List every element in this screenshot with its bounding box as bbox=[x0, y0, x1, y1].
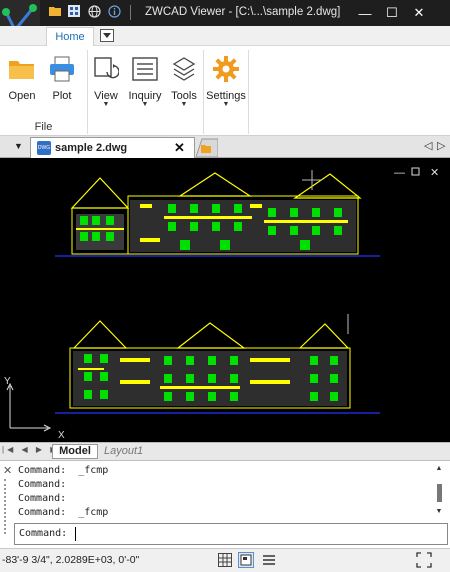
scroll-up-icon[interactable]: ▲ bbox=[433, 465, 445, 472]
layout-icon bbox=[240, 554, 252, 566]
grid-icon[interactable] bbox=[67, 4, 81, 18]
tab-home[interactable]: Home bbox=[46, 27, 94, 46]
plot-button[interactable]: Plot bbox=[47, 50, 77, 128]
text-cursor bbox=[75, 527, 76, 541]
layout-tab-bar: |◀ ◀ ▶ ▶| Model Layout1 bbox=[0, 442, 450, 460]
chevron-down-icon: ▼ bbox=[102, 101, 110, 108]
command-scrollbar[interactable]: ▲ ▼ bbox=[433, 465, 445, 521]
command-prompt: Command: bbox=[19, 528, 68, 539]
title-separator bbox=[130, 5, 131, 20]
folder-icon[interactable] bbox=[48, 4, 62, 18]
command-history-line: Command: bbox=[18, 479, 67, 490]
viewport-close-icon: ✕ bbox=[430, 167, 439, 179]
coordinate-readout: -83'-9 3/4", 2.0289E+03, 0'-0" bbox=[2, 554, 140, 566]
panel-grip[interactable] bbox=[4, 479, 12, 534]
lower-elevation bbox=[55, 314, 380, 414]
tab-list-dropdown[interactable]: ▼ bbox=[14, 141, 23, 151]
close-button[interactable]: ✕ bbox=[408, 3, 430, 23]
globe-icon[interactable] bbox=[87, 4, 101, 18]
view-icon bbox=[91, 54, 121, 84]
ribbon-separator bbox=[203, 50, 204, 134]
command-panel: ✕ Command: _fcmp Command: Command: Comma… bbox=[0, 460, 450, 548]
open-folder-icon bbox=[7, 54, 37, 84]
new-tab-button[interactable] bbox=[195, 138, 219, 158]
cad-drawing: — ✕ Y X bbox=[4, 167, 439, 441]
tab-layout1[interactable]: Layout1 bbox=[104, 445, 143, 457]
title-bar: ZWCAD Viewer - [C:\...\sample 2.dwg] — ☐… bbox=[0, 0, 450, 26]
status-bar: -83'-9 3/4", 2.0289E+03, 0'-0" bbox=[0, 548, 450, 572]
upper-elevation bbox=[55, 170, 380, 257]
drawing-viewport[interactable]: — ✕ Y X bbox=[0, 158, 450, 442]
viewport-minimize-icon: — bbox=[394, 167, 405, 179]
printer-icon bbox=[47, 54, 77, 84]
document-tab-label: sample 2.dwg bbox=[55, 142, 128, 154]
document-tab[interactable]: DWG sample 2.dwg ✕ bbox=[30, 137, 195, 158]
ribbon-separator bbox=[87, 50, 88, 134]
command-history-line: Command: _fcmp bbox=[18, 507, 109, 518]
gear-icon bbox=[211, 54, 241, 84]
viewport-restore-icon bbox=[411, 167, 420, 176]
inquiry-list-icon bbox=[130, 54, 160, 84]
open-label: Open bbox=[8, 90, 36, 102]
close-icon[interactable]: ✕ bbox=[3, 464, 12, 477]
axis-x-label: X bbox=[58, 430, 65, 441]
ribbon-options-button[interactable] bbox=[100, 29, 114, 42]
model-space-toggle[interactable] bbox=[238, 552, 254, 568]
tab-model[interactable]: Model bbox=[52, 444, 98, 459]
open-button[interactable]: Open bbox=[4, 50, 40, 128]
plot-label: Plot bbox=[52, 90, 72, 102]
chevron-down-icon: ▼ bbox=[141, 101, 149, 108]
command-input-box[interactable]: Command: bbox=[14, 523, 448, 545]
ribbon-group-file: File bbox=[34, 121, 53, 133]
command-history-line: Command: bbox=[18, 493, 67, 504]
inquiry-button[interactable]: Inquiry ▼ bbox=[127, 50, 163, 128]
dwg-file-icon: DWG bbox=[37, 141, 51, 155]
command-history-line: Command: _fcmp bbox=[18, 465, 109, 476]
tools-icon bbox=[169, 54, 199, 84]
chevron-down-icon bbox=[103, 33, 111, 38]
grid-icon[interactable] bbox=[218, 553, 232, 567]
menu-icon[interactable] bbox=[262, 553, 276, 567]
ribbon-separator bbox=[248, 50, 249, 134]
tools-button[interactable]: Tools ▼ bbox=[169, 50, 199, 128]
scroll-tabs-left-button[interactable]: ◁ bbox=[424, 139, 435, 156]
document-tab-close-icon[interactable]: ✕ bbox=[174, 140, 185, 156]
settings-button[interactable]: Settings ▼ bbox=[206, 50, 246, 128]
chevron-down-icon: ▼ bbox=[222, 101, 230, 108]
maximize-button[interactable]: ☐ bbox=[381, 3, 403, 23]
scroll-tabs-right-button[interactable]: ▷ bbox=[437, 139, 448, 156]
chevron-down-icon: ▼ bbox=[180, 101, 188, 108]
window-title: ZWCAD Viewer - [C:\...\sample 2.dwg] bbox=[145, 6, 341, 18]
ucs-axis-icon bbox=[6, 382, 52, 432]
axis-y-label: Y bbox=[4, 376, 11, 387]
fullscreen-icon[interactable] bbox=[416, 552, 432, 568]
scrollbar-thumb[interactable] bbox=[436, 484, 442, 502]
info-icon[interactable] bbox=[107, 4, 121, 18]
scroll-down-icon[interactable]: ▼ bbox=[433, 508, 445, 515]
minimize-button[interactable]: — bbox=[354, 3, 376, 23]
view-button[interactable]: View ▼ bbox=[91, 50, 121, 128]
